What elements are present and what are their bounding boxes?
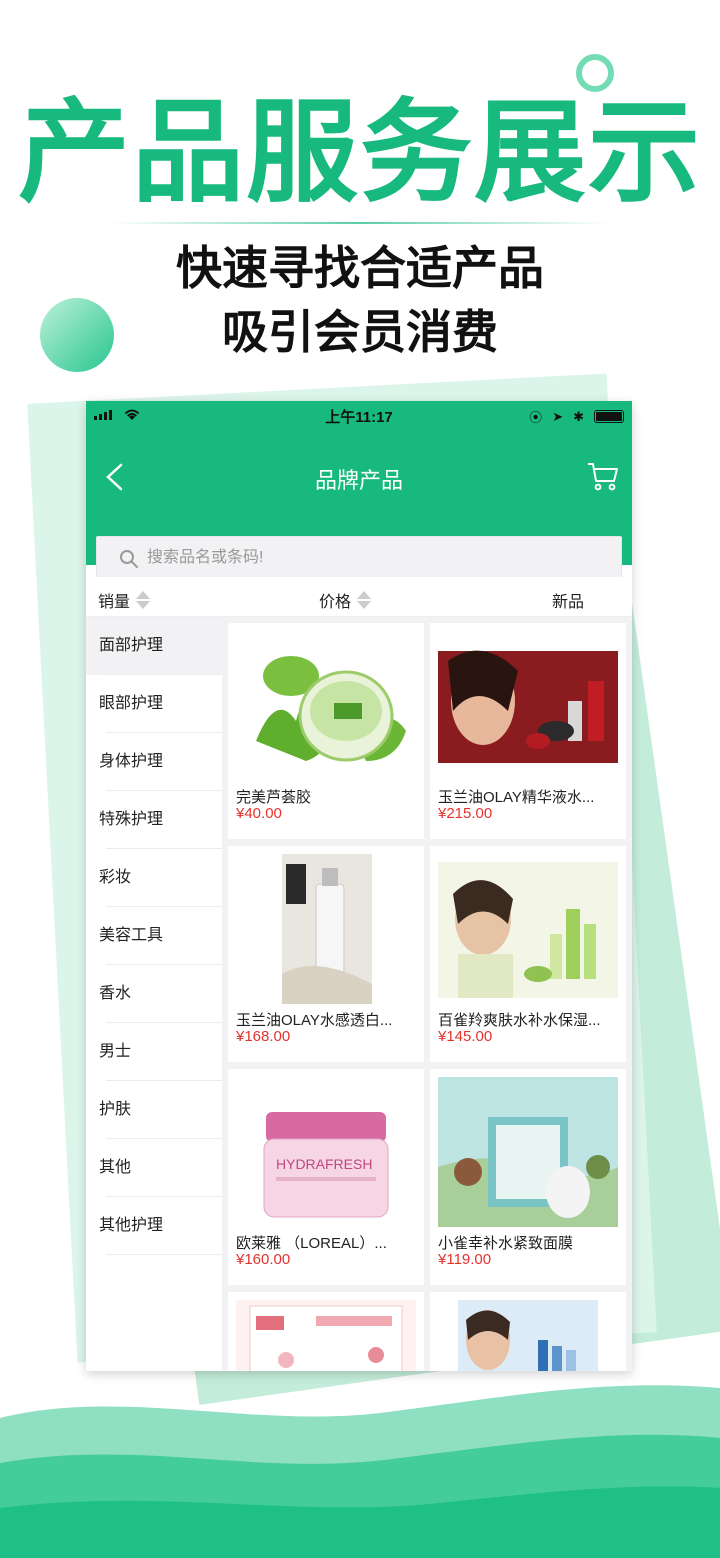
product-name: 欧莱雅 （LOREAL）... [236,1235,387,1252]
category-label: 彩妆 [99,869,132,886]
product-image-kans-set [236,1300,416,1371]
rotation-lock-icon: ⦿ [529,410,543,425]
category-label: 护肤 [99,1101,132,1118]
category-label: 香水 [99,985,132,1002]
category-item[interactable]: 美容工具 [86,907,222,965]
category-sidebar: 面部护理 眼部护理 身体护理 特殊护理 彩妆 美容工具 香水 男士 护肤 其他 … [86,617,222,1371]
category-item[interactable]: 香水 [86,965,222,1023]
product-price: ¥145.00 [438,1028,493,1045]
search-bar [96,536,622,580]
location-icon: ➤ [552,408,564,424]
battery-icon [594,410,624,423]
category-label: 其他护理 [99,1217,164,1234]
product-image-pechoin-toner [438,854,618,1004]
category-item[interactable]: 男士 [86,1023,222,1081]
product-card[interactable]: 玉兰油OLAY水感透白... ¥168.00 [228,846,424,1062]
product-name: 百雀羚爽肤水补水保湿... [438,1012,601,1029]
bluetooth-icon: ✱ [573,408,584,424]
page-title: 品牌产品 [314,468,403,493]
product-price: ¥119.00 [438,1251,492,1268]
hero-subtitle-line1: 快速寻找合适产品 [176,242,544,294]
status-bar: 上午11:17 ⦿ ➤ ✱ [86,401,632,429]
cart-icon[interactable] [586,459,620,493]
product-image-olay-toner [236,854,416,1004]
product-card[interactable]: 小雀幸补水紧致面膜 ¥119.00 [430,1069,626,1285]
product-card[interactable]: 百雀羚爽肤水补水保湿... ¥145.00 [430,846,626,1062]
product-name: 玉兰油OLAY精华液水... [438,789,595,806]
product-card[interactable] [228,1292,424,1371]
sort-price-button[interactable]: 价格 [319,588,372,612]
product-name: 完美芦荟胶 [236,789,312,806]
sort-bar: 销量 价格 新品 [86,577,632,617]
sort-price-label: 价格 [319,594,352,611]
product-price: ¥40.00 [236,805,282,822]
sort-arrows-icon [136,591,151,609]
search-input[interactable] [147,537,607,579]
hero-title: 产品服务展示 [18,90,702,215]
product-name: 玉兰油OLAY水感透白... [236,1012,393,1029]
category-label: 男士 [99,1043,132,1060]
sort-sales-button[interactable]: 销量 [98,588,151,612]
product-card[interactable]: 玉兰油OLAY精华液水... ¥215.00 [430,623,626,839]
product-card[interactable]: 完美芦荟胶 ¥40.00 [228,623,424,839]
product-card[interactable]: HYDRAFRESH 欧莱雅 （LOREAL）... ¥160.00 [228,1069,424,1285]
product-image-face-mask [438,1077,618,1227]
category-label: 面部护理 [99,637,164,654]
product-price: ¥168.00 [236,1028,291,1045]
product-image-loreal-cream: HYDRAFRESH [236,1077,416,1227]
product-card[interactable] [430,1292,626,1371]
category-label: 身体护理 [99,753,164,770]
product-image-olay-serum [438,631,618,781]
sort-new-label: 新品 [552,594,585,611]
product-price: ¥215.00 [438,805,493,822]
sort-arrows-icon [357,591,372,609]
content-area: 面部护理 眼部护理 身体护理 特殊护理 彩妆 美容工具 香水 男士 护肤 其他 … [86,617,632,1371]
sort-sales-label: 销量 [98,594,131,611]
sort-new-button[interactable]: 新品 [552,588,584,612]
svg-text:HYDRAFRESH: HYDRAFRESH [276,1156,372,1172]
category-label: 眼部护理 [99,695,164,712]
category-item[interactable]: 眼部护理 [86,675,222,733]
product-name: 小雀幸补水紧致面膜 [438,1235,574,1252]
decor-circle [40,298,114,372]
category-label: 其他 [99,1159,132,1176]
search-icon [120,550,138,568]
decor-wave [0,1385,720,1558]
hero-divider [110,222,610,224]
category-item[interactable]: 身体护理 [86,733,222,791]
category-item[interactable]: 其他护理 [86,1197,222,1255]
category-item[interactable]: 特殊护理 [86,791,222,849]
category-item[interactable]: 彩妆 [86,849,222,907]
product-price: ¥160.00 [236,1251,291,1268]
category-label: 美容工具 [99,927,164,944]
product-image-aloe-gel [236,631,416,781]
category-item[interactable]: 面部护理 [86,617,222,675]
category-item[interactable]: 其他 [86,1139,222,1197]
category-label: 特殊护理 [99,811,164,828]
navbar: 品牌产品 [86,429,632,580]
category-item[interactable]: 护肤 [86,1081,222,1139]
decor-ring [576,54,614,92]
product-image-chcedo-set [438,1300,618,1371]
phone-screen: 上午11:17 ⦿ ➤ ✱ 品牌产品 销量 [86,401,632,1371]
